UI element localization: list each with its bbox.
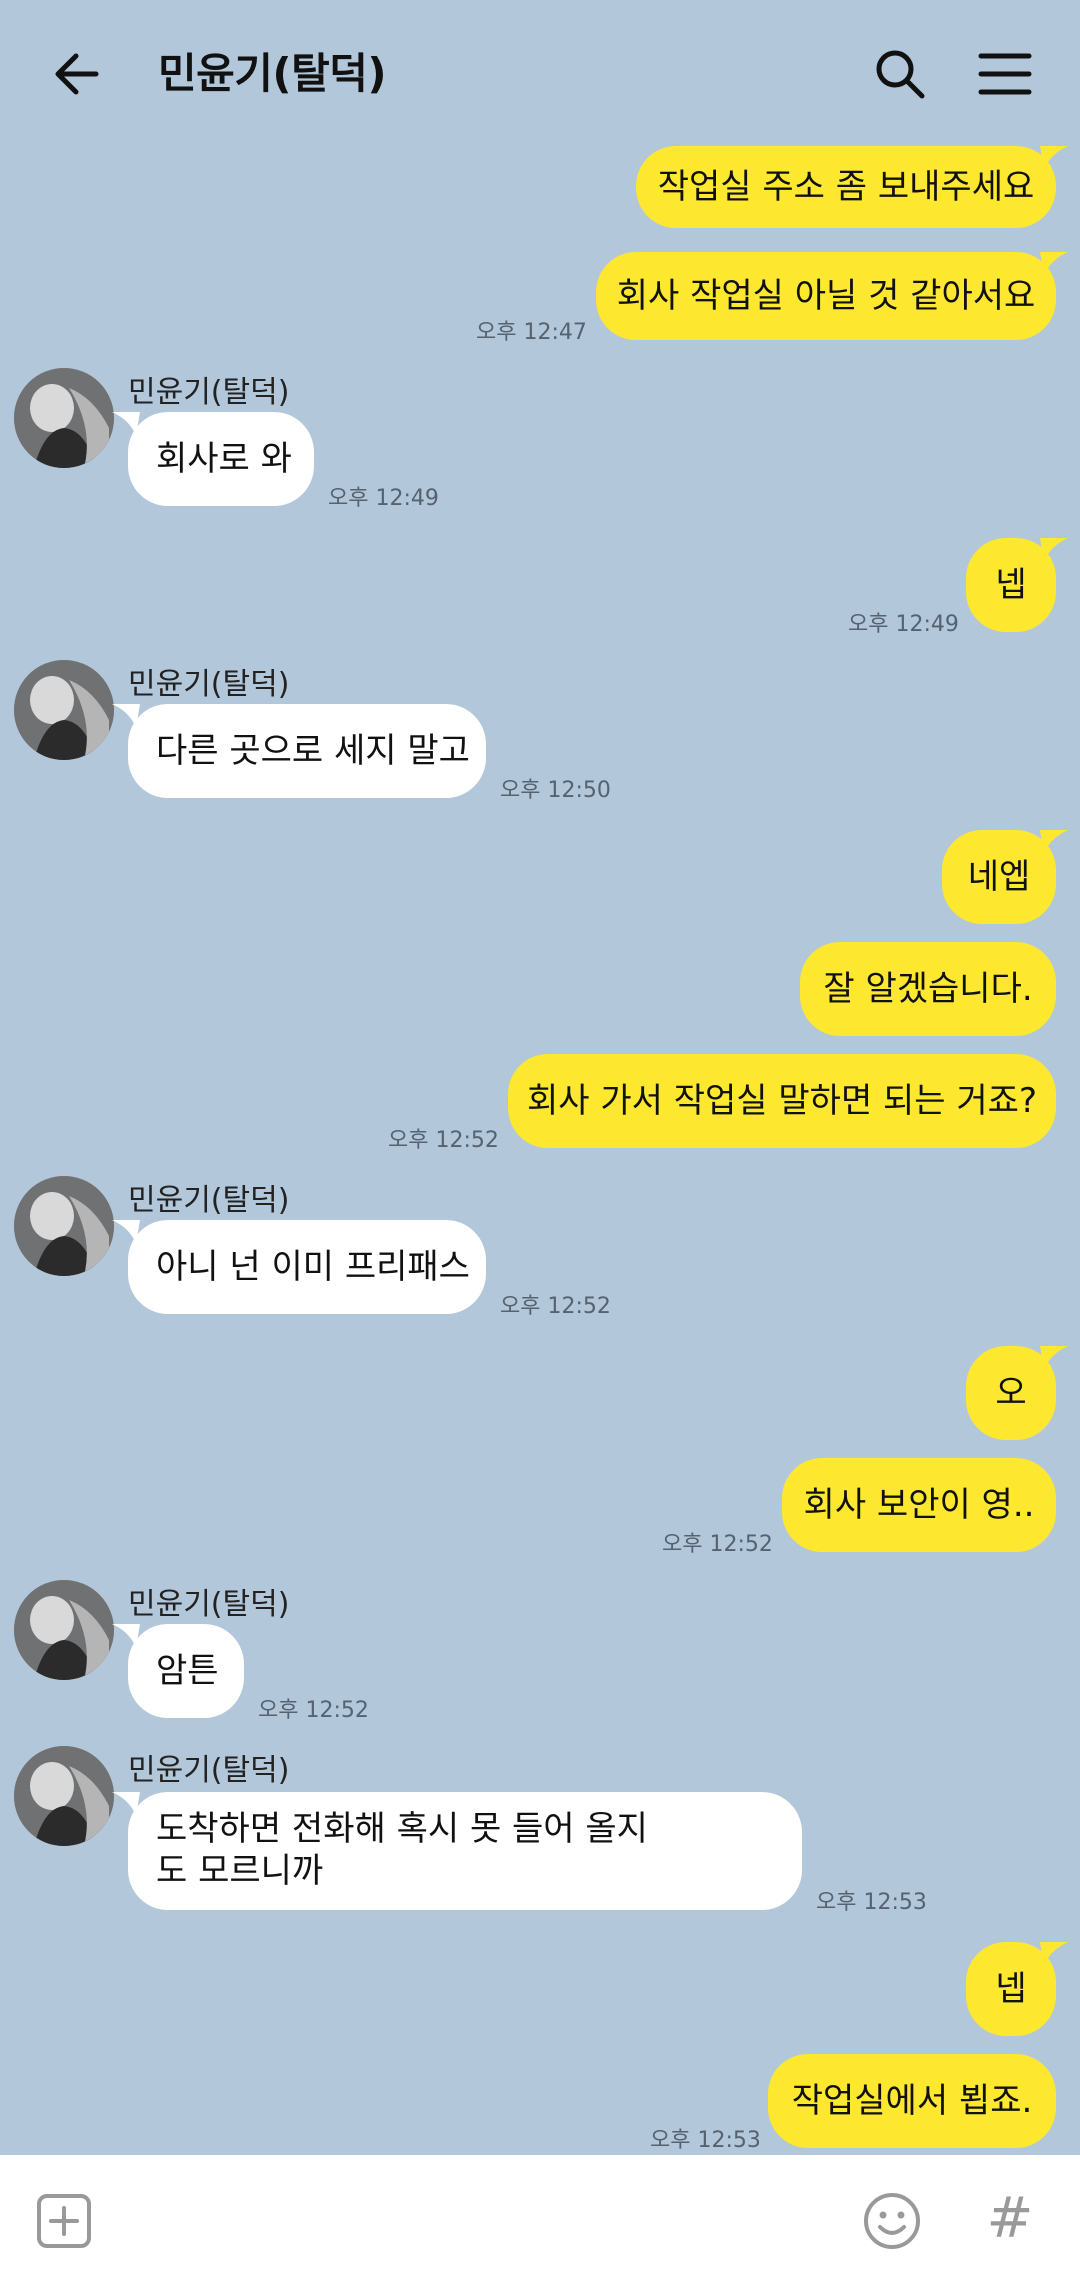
my-message-bubble[interactable]: 회사 가서 작업실 말하면 되는 거죠? (508, 1054, 1056, 1148)
menu-button[interactable] (975, 44, 1035, 104)
bubble-tail (1040, 252, 1068, 276)
other-message-bubble[interactable]: 아니 넌 이미 프리패스 (128, 1220, 486, 1314)
avatar[interactable] (14, 1746, 114, 1846)
other-message-bubble[interactable]: 다른 곳으로 세지 말고 (128, 704, 486, 798)
search-button[interactable] (870, 44, 930, 104)
message-time: 오후 12:52 (258, 1698, 369, 1723)
message-time: 오후 12:49 (328, 486, 439, 511)
emoji-button[interactable] (862, 2191, 922, 2251)
hashtag-icon[interactable]: # (980, 2187, 1040, 2251)
message-time: 오후 12:52 (662, 1532, 773, 1557)
chat-title: 민윤기(탈덕) (158, 49, 387, 98)
sender-name: 민윤기(탈덕) (128, 667, 290, 702)
plus-square-icon (37, 2194, 91, 2248)
bubble-tail (1040, 538, 1068, 562)
other-message-bubble[interactable]: 암튼 (128, 1624, 244, 1718)
sender-name: 민윤기(탈덕) (128, 1753, 290, 1788)
chat-header: 민윤기(탈덕) (0, 0, 1080, 145)
sender-name: 민윤기(탈덕) (128, 1587, 290, 1622)
my-message-bubble[interactable]: 네엡 (942, 830, 1056, 924)
bubble-tail (112, 1220, 140, 1244)
sender-name: 민윤기(탈덕) (128, 375, 290, 410)
my-message-bubble[interactable]: 회사 보안이 영.. (782, 1458, 1056, 1552)
avatar-image-icon (14, 1176, 114, 1276)
back-button[interactable] (48, 44, 108, 104)
avatar[interactable] (14, 368, 114, 468)
message-time: 오후 12:53 (816, 1890, 927, 1915)
avatar-image-icon (14, 368, 114, 468)
avatar-image-icon (14, 660, 114, 760)
sender-name: 민윤기(탈덕) (128, 1183, 290, 1218)
arrow-left-icon (55, 53, 99, 95)
message-time: 오후 12:49 (848, 612, 959, 637)
bubble-tail (112, 1624, 140, 1648)
chat-area[interactable]: 작업실 주소 좀 보내주세요 회사 작업실 아닐 것 같아서요 오후 12:47… (0, 0, 1080, 2155)
bubble-tail (1040, 146, 1068, 170)
bubble-tail (112, 1792, 140, 1816)
bubble-tail (112, 412, 140, 436)
my-message-bubble[interactable]: 작업실에서 뵙죠. (768, 2054, 1056, 2148)
message-input-bar[interactable]: # (0, 2155, 1080, 2282)
avatar-image-icon (14, 1746, 114, 1846)
avatar[interactable] (14, 1580, 114, 1680)
message-time: 오후 12:52 (388, 1128, 499, 1153)
bubble-tail (112, 704, 140, 728)
bubble-tail (1040, 1942, 1068, 1966)
search-icon (876, 50, 925, 99)
emoji-smile-icon (864, 2193, 920, 2249)
avatar[interactable] (14, 660, 114, 760)
message-time: 오후 12:47 (476, 320, 587, 345)
hamburger-menu-icon (978, 53, 1032, 95)
message-time: 오후 12:52 (500, 1294, 611, 1319)
message-time: 오후 12:50 (500, 778, 611, 803)
my-message-bubble[interactable]: 작업실 주소 좀 보내주세요 (636, 146, 1056, 228)
message-time: 오후 12:53 (650, 2128, 761, 2153)
other-message-bubble[interactable]: 도착하면 전화해 혹시 못 들어 올지도 모르니까 (128, 1792, 802, 1910)
bubble-tail (1040, 1346, 1068, 1370)
attach-button[interactable] (36, 2193, 92, 2249)
bubble-tail (1040, 830, 1068, 854)
avatar[interactable] (14, 1176, 114, 1276)
other-message-bubble[interactable]: 회사로 와 (128, 412, 314, 506)
my-message-bubble[interactable]: 잘 알겠습니다. (800, 942, 1056, 1036)
avatar-image-icon (14, 1580, 114, 1680)
my-message-bubble[interactable]: 회사 작업실 아닐 것 같아서요 (596, 252, 1056, 340)
